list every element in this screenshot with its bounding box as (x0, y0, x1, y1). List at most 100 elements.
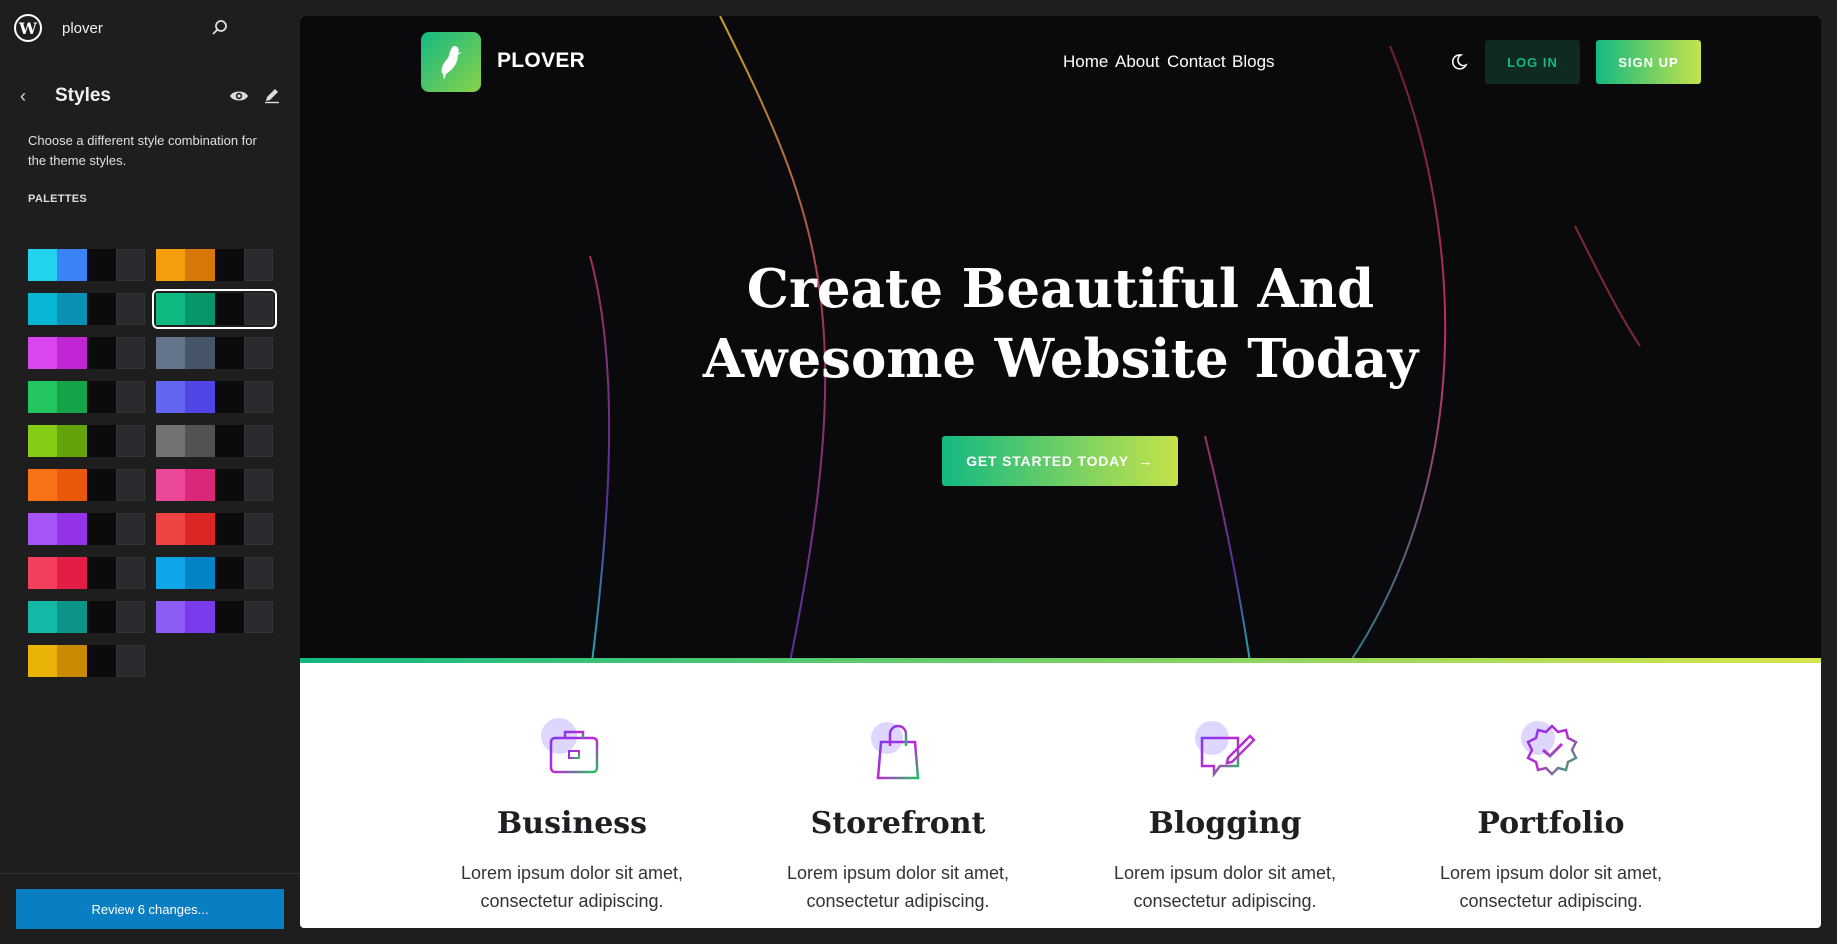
palette-swatch (86, 601, 116, 633)
palette-swatch (115, 557, 145, 589)
signup-button[interactable]: SIGN UP (1596, 40, 1701, 84)
palette-option[interactable] (28, 293, 145, 325)
bird-icon (441, 46, 462, 80)
palette-option[interactable] (28, 601, 145, 633)
nav-home[interactable]: Home (1063, 52, 1108, 72)
palette-swatch (115, 293, 145, 325)
moon-icon[interactable] (1450, 53, 1468, 71)
sidebar-footer: Review 6 changes... (0, 873, 300, 944)
palette-swatch (28, 381, 58, 413)
palette-swatch (57, 645, 87, 677)
editor-sidebar: W plover ‹ Styles Choose a different sty… (0, 0, 300, 944)
palette-grid (28, 249, 277, 677)
palette-swatch (57, 601, 87, 633)
site-name[interactable]: plover (62, 20, 103, 37)
palette-swatch (28, 557, 58, 589)
hero-title-line-2: Awesome Website Today (702, 328, 1419, 390)
palette-option[interactable] (156, 513, 273, 545)
login-button[interactable]: LOG IN (1485, 40, 1580, 84)
palette-option[interactable] (156, 557, 273, 589)
palette-swatch (156, 425, 186, 457)
arrow-right-icon: → (1137, 452, 1154, 470)
palette-swatch (185, 557, 215, 589)
hero-title: Create Beautiful And Awesome Website Tod… (300, 254, 1821, 394)
palette-swatch (243, 425, 273, 457)
palette-swatch (243, 293, 273, 325)
palette-swatch (86, 557, 116, 589)
palette-swatch (115, 513, 145, 545)
palette-option[interactable] (156, 337, 273, 369)
palette-option[interactable] (156, 469, 273, 501)
nav-contact[interactable]: Contact (1167, 52, 1226, 72)
feature-title: Blogging (1148, 806, 1302, 841)
palette-swatch (156, 557, 186, 589)
site-preview-canvas: PLOVER Home About Contact Blogs LOG IN S… (300, 16, 1821, 928)
palette-swatch (214, 293, 244, 325)
palette-swatch (115, 381, 145, 413)
palette-swatch (156, 601, 186, 633)
palette-swatch (214, 557, 244, 589)
palette-option[interactable] (152, 289, 277, 329)
palette-option[interactable] (156, 381, 273, 413)
palette-option[interactable] (156, 425, 273, 457)
eye-icon[interactable] (229, 87, 249, 105)
search-icon[interactable] (210, 18, 230, 38)
pencil-icon[interactable] (263, 86, 281, 104)
palette-swatch (156, 249, 186, 281)
nav-about[interactable]: About (1115, 52, 1159, 72)
palette-swatch (156, 381, 186, 413)
palette-swatch (156, 337, 186, 369)
palette-swatch (115, 645, 145, 677)
hero-title-line-1: Create Beautiful And (746, 258, 1375, 320)
palette-swatch (243, 601, 273, 633)
palette-swatch (86, 249, 116, 281)
palette-option[interactable] (28, 557, 145, 589)
feature-business: Business Lorem ipsum dolor sit amet, cons… (442, 716, 702, 915)
review-changes-button[interactable]: Review 6 changes... (16, 889, 284, 929)
palette-option[interactable] (28, 645, 145, 677)
brand-name[interactable]: PLOVER (497, 49, 585, 73)
palette-swatch (185, 337, 215, 369)
palette-option[interactable] (28, 469, 145, 501)
palette-option[interactable] (28, 513, 145, 545)
palette-swatch (243, 249, 273, 281)
palettes-heading: PALETTES (28, 193, 88, 205)
feature-text: Lorem ipsum dolor sit amet, consectetur a… (1439, 863, 1663, 911)
back-chevron-icon[interactable]: ‹ (20, 86, 40, 106)
feature-text: Lorem ipsum dolor sit amet, consectetur a… (1113, 863, 1337, 911)
palette-option[interactable] (28, 425, 145, 457)
palette-swatch (243, 381, 273, 413)
palette-swatch (214, 337, 244, 369)
briefcase-icon (541, 718, 599, 774)
plover-logo[interactable] (421, 32, 481, 92)
palette-swatch (185, 513, 215, 545)
palette-swatch (28, 513, 58, 545)
feature-title: Business (496, 806, 648, 841)
get-started-button[interactable]: GET STARTED TODAY → (942, 436, 1178, 486)
palette-option[interactable] (156, 601, 273, 633)
feature-blogging: Blogging Lorem ipsum dolor sit amet, cons… (1095, 716, 1355, 915)
palette-swatch (57, 425, 87, 457)
palette-swatch (86, 513, 116, 545)
palette-swatch (185, 381, 215, 413)
feature-text: Lorem ipsum dolor sit amet, consectetur a… (460, 863, 684, 911)
palette-option[interactable] (156, 249, 273, 281)
palette-option[interactable] (28, 337, 145, 369)
palette-swatch (57, 293, 87, 325)
palette-swatch (214, 381, 244, 413)
palette-swatch (115, 425, 145, 457)
palette-option[interactable] (28, 249, 145, 281)
sidebar-topbar: W plover (0, 0, 300, 56)
styles-title: Styles (55, 85, 111, 106)
wordpress-logo-icon[interactable]: W (14, 14, 42, 42)
palette-swatch (28, 249, 58, 281)
palette-swatch (214, 469, 244, 501)
palette-swatch (243, 337, 273, 369)
palette-swatch (156, 293, 186, 325)
palette-swatch (243, 513, 273, 545)
palette-swatch (57, 249, 87, 281)
feature-title: Storefront (810, 806, 986, 841)
palette-option[interactable] (28, 381, 145, 413)
nav-blogs[interactable]: Blogs (1232, 52, 1275, 72)
palette-swatch (156, 469, 186, 501)
